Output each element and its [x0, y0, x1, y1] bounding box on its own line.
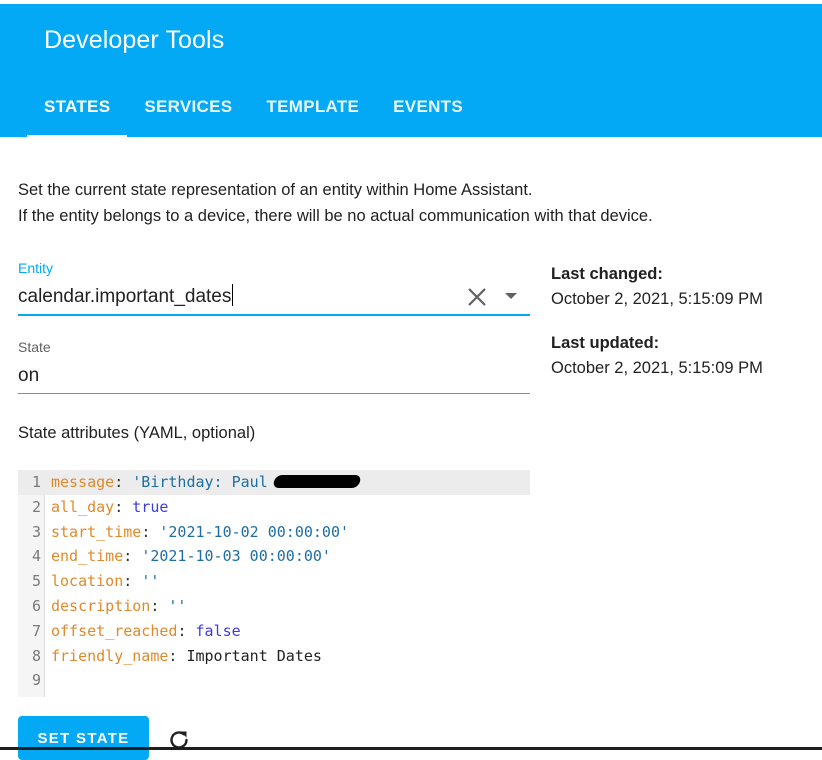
code-line[interactable]: 6 description: '' — [18, 594, 530, 619]
code-line[interactable]: 7 offset_reached: false — [18, 619, 530, 644]
code-line[interactable]: 5 location: '' — [18, 569, 530, 594]
yaml-key: description — [51, 597, 151, 615]
yaml-key: offset_reached — [51, 621, 178, 640]
code-line[interactable]: 2 all_day: true — [18, 495, 530, 520]
state-input[interactable]: on — [18, 365, 39, 387]
entity-input[interactable]: calendar.important_dates — [18, 284, 234, 308]
code-line[interactable]: 3 start_time: '2021-10-02 00:00:00' — [18, 520, 530, 545]
yaml-value: 'Birthday: Paul — [132, 473, 268, 491]
entity-picker[interactable]: Entity calendar.important_dates — [18, 260, 530, 316]
yaml-value: Important Dates — [186, 646, 322, 665]
last-changed-value: October 2, 2021, 5:15:09 PM — [551, 290, 763, 308]
yaml-key: message — [51, 473, 115, 491]
yaml-key: friendly_name — [51, 646, 169, 665]
line-number: 7 — [31, 621, 41, 640]
line-number: 2 — [31, 497, 41, 516]
line-number: 3 — [31, 522, 41, 541]
set-state-button[interactable]: SET STATE — [18, 716, 149, 760]
app-header: Developer Tools STATES SERVICES TEMPLATE… — [0, 4, 822, 137]
description-line-2: If the entity belongs to a device, there… — [18, 207, 653, 225]
tab-states[interactable]: STATES — [27, 86, 128, 137]
last-updated-value: October 2, 2021, 5:15:09 PM — [551, 359, 763, 377]
line-number: 9 — [31, 671, 41, 690]
yaml-value: true — [132, 497, 169, 516]
attributes-label: State attributes (YAML, optional) — [18, 424, 256, 442]
tab-services[interactable]: SERVICES — [127, 86, 249, 137]
page-title: Developer Tools — [44, 26, 225, 54]
tab-events[interactable]: EVENTS — [376, 86, 480, 137]
line-number: 8 — [31, 646, 41, 665]
entity-value: calendar.important_dates — [18, 286, 232, 307]
tab-template[interactable]: TEMPLATE — [249, 86, 376, 137]
code-line[interactable]: 1 message: 'Birthday: Paul — [18, 470, 530, 495]
yaml-key: all_day — [51, 497, 115, 516]
line-number: 4 — [31, 547, 41, 566]
entity-label: Entity — [18, 260, 54, 276]
line-number: 1 — [31, 473, 41, 491]
close-icon[interactable] — [466, 286, 488, 308]
yaml-value: false — [195, 621, 241, 640]
last-updated: Last updated: October 2, 2021, 5:15:09 P… — [551, 334, 763, 378]
state-field[interactable]: State on — [18, 339, 530, 394]
description: Set the current state representation of … — [18, 177, 653, 229]
yaml-value: '' — [168, 597, 187, 615]
menu-down-icon[interactable] — [504, 287, 518, 305]
yaml-value: '2021-10-02 00:00:00' — [159, 522, 350, 541]
yaml-editor[interactable]: 1 message: 'Birthday: Paul 2 all_day: tr… — [18, 470, 530, 697]
line-number: 5 — [31, 572, 41, 591]
tab-bar: STATES SERVICES TEMPLATE EVENTS — [27, 86, 480, 137]
code-line[interactable]: 8 friendly_name: Important Dates — [18, 644, 530, 669]
last-changed-label: Last changed: — [551, 265, 663, 283]
yaml-key: start_time — [51, 522, 142, 541]
yaml-value: '2021-10-03 00:00:00' — [141, 547, 331, 566]
code-line[interactable]: 4 end_time: '2021-10-03 00:00:00' — [18, 544, 530, 569]
redaction-mark — [272, 475, 362, 488]
description-line-1: Set the current state representation of … — [18, 181, 533, 199]
code-line[interactable]: 9 — [18, 668, 530, 693]
yaml-value: '' — [141, 572, 160, 591]
state-label: State — [18, 339, 51, 355]
line-number: 6 — [31, 597, 41, 615]
text-caret — [232, 284, 234, 306]
yaml-key: end_time — [51, 547, 124, 566]
last-updated-label: Last updated: — [551, 334, 660, 352]
last-changed: Last changed: October 2, 2021, 5:15:09 P… — [551, 265, 763, 309]
yaml-key: location — [51, 572, 124, 591]
